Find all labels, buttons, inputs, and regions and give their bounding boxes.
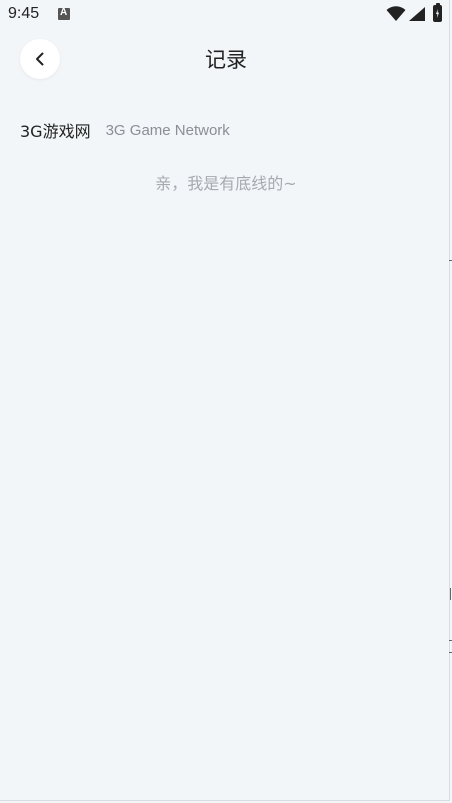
signal-icon xyxy=(409,7,425,21)
wifi-icon xyxy=(386,6,406,21)
a-letter-icon xyxy=(58,7,70,20)
status-time: 9:45 xyxy=(8,5,40,22)
page-title: 记录 xyxy=(205,48,247,72)
record-item[interactable]: 3G游戏网 3G Game Network xyxy=(20,118,230,142)
record-name: 3G游戏网 xyxy=(20,122,91,141)
battery-charging-icon xyxy=(433,3,442,22)
edge-mark xyxy=(450,588,451,600)
end-of-list-notice: 亲，我是有底线的~ xyxy=(155,174,297,193)
record-subtitle: 3G Game Network xyxy=(105,121,230,139)
status-bar: 9:45 xyxy=(0,0,450,30)
records-page: 9:45 记录 3G游戏网 3G Game Network 亲，我是有底线的~ xyxy=(0,0,450,801)
